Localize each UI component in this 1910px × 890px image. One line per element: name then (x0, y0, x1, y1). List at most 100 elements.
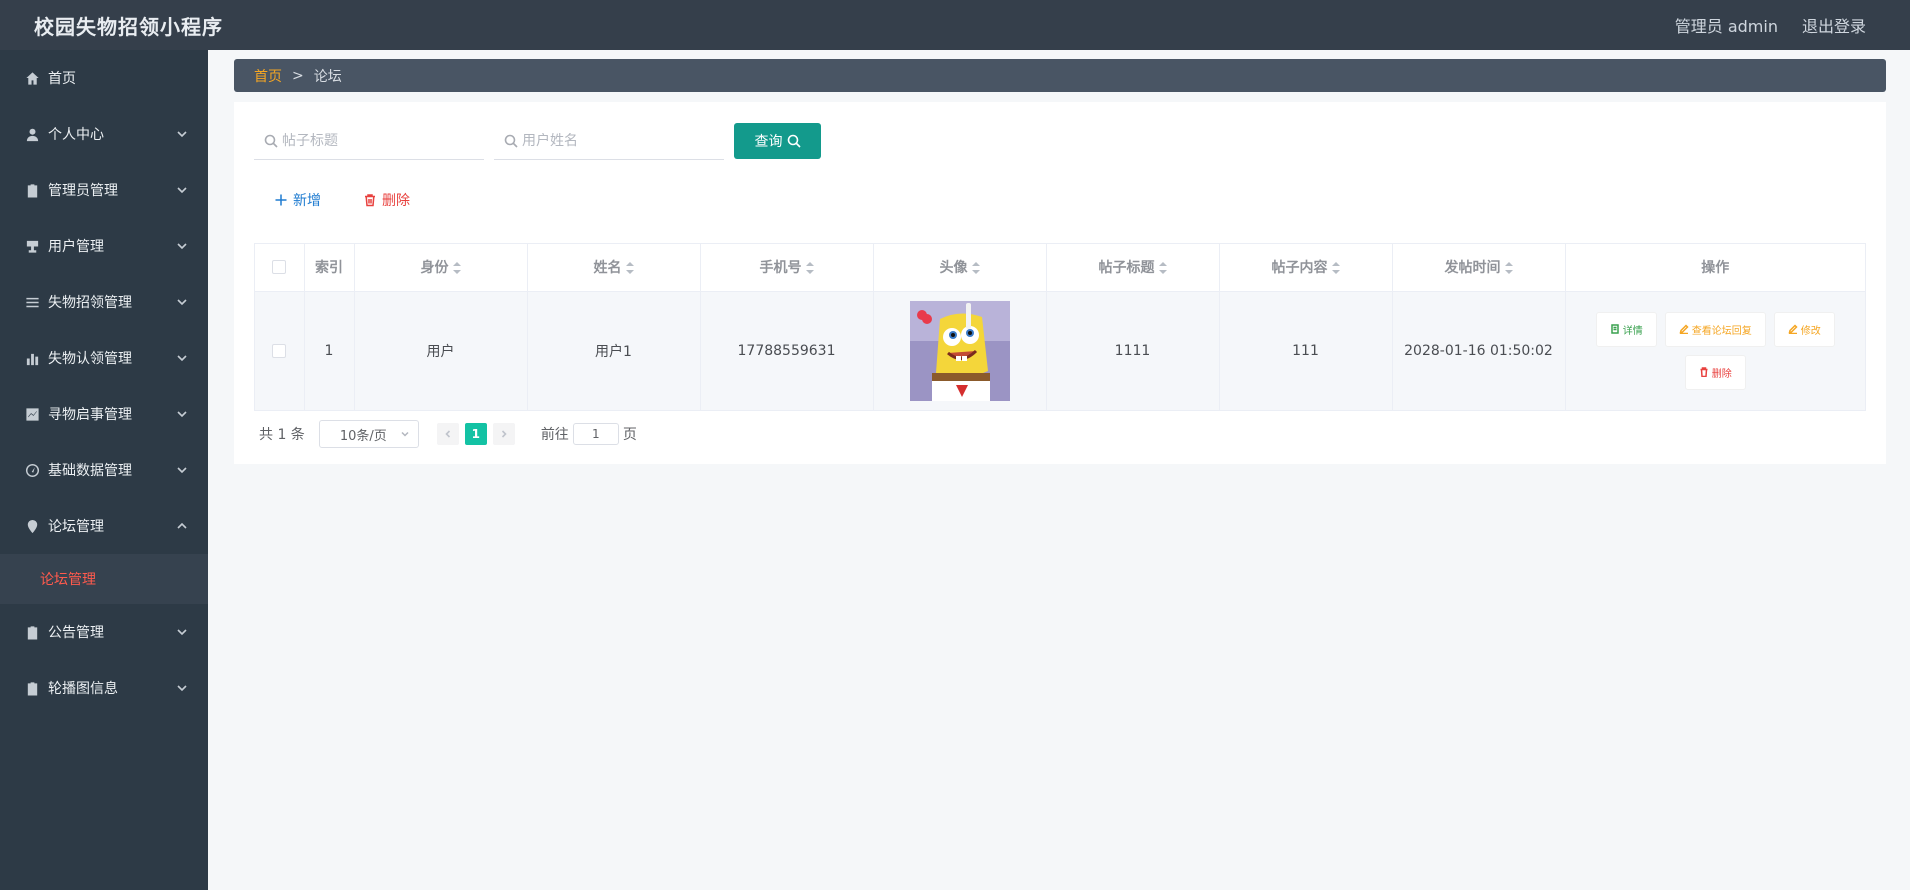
column-header-avatar[interactable]: 头像 (873, 244, 1047, 292)
column-header-post-content[interactable]: 帖子内容 (1219, 244, 1393, 292)
sidebar-item-lost-notice-management[interactable]: 寻物启事管理 (0, 386, 208, 442)
page-size-select[interactable]: 10条/页 (318, 420, 419, 448)
clipboard-icon (24, 182, 40, 198)
chevron-right-icon (501, 430, 507, 438)
edit-icon (1679, 324, 1689, 335)
sidebar-item-label: 首页 (48, 71, 76, 87)
column-label: 操作 (1701, 260, 1730, 277)
sidebar-item-carousel-info[interactable]: 轮播图信息 (0, 660, 208, 716)
chevron-left-icon (445, 430, 450, 438)
sort-icon[interactable] (1504, 262, 1513, 275)
column-header-phone[interactable]: 手机号 (700, 244, 874, 292)
row-checkbox[interactable] (272, 343, 287, 358)
cell-name: 用户1 (527, 291, 701, 410)
gauge-icon (24, 462, 40, 478)
sidebar-item-label: 失物招领管理 (48, 295, 132, 311)
sort-icon[interactable] (805, 262, 814, 275)
cell-post-content: 111 (1219, 291, 1393, 410)
sidebar-item-user-management[interactable]: 用户管理 (0, 218, 208, 274)
cell-phone: 17788559631 (700, 291, 874, 410)
sidebar-item-label: 用户管理 (48, 239, 104, 255)
search-icon (264, 134, 278, 148)
user-name-search-field (494, 122, 724, 160)
sidebar-item-label: 失物认领管理 (48, 351, 132, 367)
sort-icon[interactable] (452, 262, 461, 275)
breadcrumb-current: 论坛 (313, 68, 342, 85)
sort-icon[interactable] (625, 262, 634, 275)
select-all-checkbox[interactable] (272, 260, 287, 275)
sidebar-item-admin-management[interactable]: 管理员管理 (0, 162, 208, 218)
table-header-row: 索引 身份 姓名 手机号 头像 帖子标题 帖子内容 发帖时间 操作 (255, 244, 1865, 292)
cell-identity: 用户 (354, 291, 528, 410)
chevron-down-icon (176, 682, 188, 694)
sidebar-item-claim-management[interactable]: 失物认领管理 (0, 330, 208, 386)
document-icon (1611, 324, 1619, 334)
page-size-value: 10条/页 (339, 428, 387, 444)
column-label: 发帖时间 (1444, 260, 1501, 277)
sort-icon[interactable] (1331, 262, 1340, 275)
query-button[interactable]: 查询 (734, 123, 821, 159)
view-replies-label: 查看论坛回复 (1691, 325, 1752, 337)
user-icon (24, 126, 40, 142)
chevron-down-icon (176, 352, 188, 364)
add-button[interactable]: 新增 (274, 190, 321, 210)
pagination-total: 共 1 条 (259, 427, 305, 443)
forum-table: 索引 身份 姓名 手机号 头像 帖子标题 帖子内容 发帖时间 操作 1 用户 用… (254, 243, 1866, 411)
sidebar-item-base-data-management[interactable]: 基础数据管理 (0, 442, 208, 498)
view-replies-button[interactable]: 查看论坛回复 (1664, 311, 1766, 347)
chevron-down-icon (176, 240, 188, 252)
column-header-index: 索引 (304, 244, 355, 292)
delete-button[interactable]: 删除 (1684, 354, 1746, 390)
post-title-search-field (254, 122, 484, 160)
page-number-current[interactable]: 1 (464, 423, 487, 445)
sidebar-item-lost-found-management[interactable]: 失物招领管理 (0, 274, 208, 330)
column-header-post-time[interactable]: 发帖时间 (1392, 244, 1566, 292)
next-page-button[interactable] (492, 423, 515, 445)
goto-page: 前往 页 (541, 423, 637, 445)
search-icon (787, 134, 801, 148)
detail-button[interactable]: 详情 (1595, 311, 1657, 347)
user-name-search-input[interactable] (522, 132, 712, 149)
chevron-down-icon (176, 296, 188, 308)
trash-icon (1700, 367, 1708, 378)
sort-icon[interactable] (1158, 262, 1167, 275)
sidebar-item-label: 管理员管理 (48, 183, 118, 199)
sidebar-item-personal-center[interactable]: 个人中心 (0, 106, 208, 162)
notice-icon (24, 624, 40, 640)
post-title-search-input[interactable] (282, 132, 472, 149)
top-right: 管理员 admin 退出登录 (1675, 13, 1866, 37)
prev-page-button[interactable] (436, 423, 459, 445)
sidebar-item-label: 轮播图信息 (48, 681, 118, 697)
location-icon (24, 518, 40, 534)
sidebar-item-label: 个人中心 (48, 127, 104, 143)
select-all-cell (255, 244, 305, 292)
chevron-up-icon (176, 520, 188, 532)
main-content: 查询 新增 删除 索引 身份 姓名 手机号 头 (234, 102, 1886, 464)
column-header-post-title[interactable]: 帖子标题 (1046, 244, 1220, 292)
goto-label: 前往 (540, 427, 569, 443)
sidebar-subitem-forum[interactable]: 论坛管理 (0, 554, 208, 604)
column-header-name[interactable]: 姓名 (527, 244, 701, 292)
bar-chart-icon (24, 350, 40, 366)
edit-label: 修改 (1800, 325, 1821, 337)
breadcrumb-separator: > (292, 67, 304, 84)
edit-button[interactable]: 修改 (1773, 311, 1835, 347)
sidebar-item-label: 寻物启事管理 (48, 407, 132, 423)
cell-index: 1 (304, 291, 355, 410)
goto-page-input[interactable] (572, 423, 619, 445)
column-header-identity[interactable]: 身份 (354, 244, 528, 292)
edit-icon (1788, 324, 1798, 335)
spongebob-avatar[interactable] (909, 300, 1010, 401)
cell-post-title: 1111 (1046, 291, 1220, 410)
sort-icon[interactable] (971, 262, 980, 275)
sidebar-item-announcement-management[interactable]: 公告管理 (0, 604, 208, 660)
chevron-down-icon (176, 408, 188, 420)
column-label: 头像 (939, 260, 968, 277)
column-label: 姓名 (593, 260, 622, 277)
batch-delete-button[interactable]: 删除 (363, 190, 410, 210)
logout-link[interactable]: 退出登录 (1802, 13, 1866, 37)
delete-button-label: 删除 (382, 193, 410, 209)
breadcrumb-home-link[interactable]: 首页 (254, 66, 282, 86)
sidebar-item-forum-management[interactable]: 论坛管理 (0, 498, 208, 554)
sidebar-item-home[interactable]: 首页 (0, 50, 208, 106)
